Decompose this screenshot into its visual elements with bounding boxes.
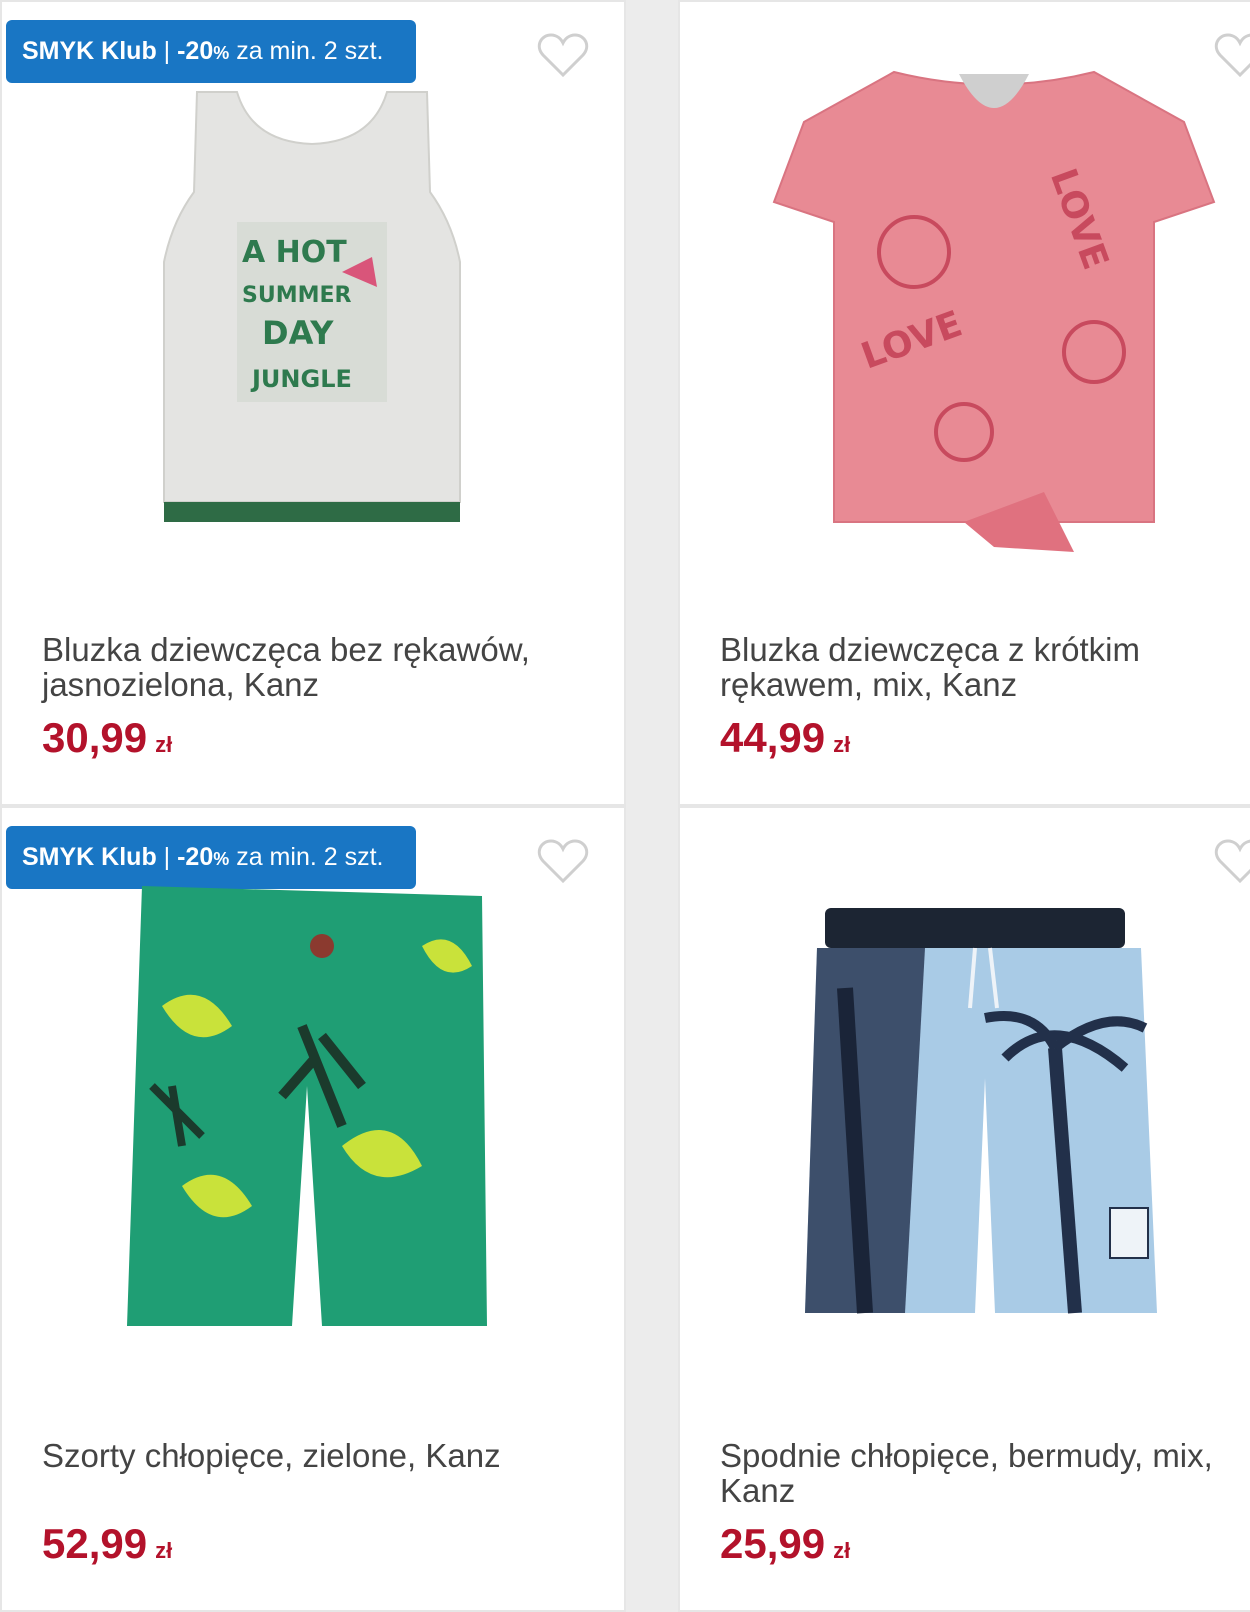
product-card[interactable]: SMYK Klub | -20% za min. 2 szt. Szorty c… bbox=[0, 806, 626, 1612]
svg-text:DAY: DAY bbox=[262, 314, 334, 352]
badge-percent: % bbox=[213, 849, 230, 869]
product-price: 25,99 zł bbox=[720, 1520, 850, 1568]
badge-separator: | bbox=[156, 37, 178, 65]
short-sleeve-top-image[interactable]: LOVE LOVE bbox=[764, 52, 1224, 572]
product-card[interactable]: Spodnie chłopięce, bermudy, mix, Kanz 25… bbox=[678, 806, 1250, 1612]
badge-discount: -20 bbox=[177, 843, 214, 871]
price-currency: zł bbox=[155, 732, 173, 757]
price-value: 44,99 bbox=[720, 714, 826, 761]
badge-discount: -20 bbox=[177, 37, 214, 65]
badge-condition: za min. 2 szt. bbox=[229, 843, 384, 871]
badge-brand: SMYK Klub bbox=[22, 37, 157, 65]
badge-condition: za min. 2 szt. bbox=[229, 37, 384, 65]
smyk-klub-badge: SMYK Klub | -20% za min. 2 szt. bbox=[6, 20, 416, 83]
palm-shorts-image[interactable] bbox=[805, 908, 1165, 1328]
product-price: 44,99 zł bbox=[720, 714, 850, 762]
price-value: 52,99 bbox=[42, 1520, 148, 1567]
price-currency: zł bbox=[833, 1538, 851, 1563]
badge-percent: % bbox=[213, 43, 230, 63]
price-value: 30,99 bbox=[42, 714, 148, 761]
heart-icon[interactable] bbox=[537, 32, 589, 78]
price-value: 25,99 bbox=[720, 1520, 826, 1567]
product-title[interactable]: Spodnie chłopięce, bermudy, mix, Kanz bbox=[720, 1438, 1250, 1508]
product-title[interactable]: Bluzka dziewczęca bez rękawów, jasnoziel… bbox=[42, 632, 572, 702]
product-price: 30,99 zł bbox=[42, 714, 172, 762]
svg-text:SUMMER: SUMMER bbox=[242, 283, 352, 308]
product-card[interactable]: SMYK Klub | -20% za min. 2 szt. A HOT SU… bbox=[0, 0, 626, 806]
smyk-klub-badge: SMYK Klub | -20% za min. 2 szt. bbox=[6, 826, 416, 889]
sleeveless-top-image[interactable]: A HOT SUMMER DAY JUNGLE bbox=[142, 82, 482, 552]
svg-text:A HOT: A HOT bbox=[242, 235, 347, 270]
product-card[interactable]: LOVE LOVE Bluzka dziewczęca z krótkim rę… bbox=[678, 0, 1250, 806]
price-currency: zł bbox=[833, 732, 851, 757]
product-grid: SMYK Klub | -20% za min. 2 szt. A HOT SU… bbox=[0, 0, 1250, 1612]
green-shorts-image[interactable] bbox=[122, 886, 502, 1366]
heart-icon[interactable] bbox=[537, 838, 589, 884]
heart-icon[interactable] bbox=[1214, 838, 1250, 884]
product-title[interactable]: Szorty chłopięce, zielone, Kanz bbox=[42, 1438, 572, 1473]
price-currency: zł bbox=[155, 1538, 173, 1563]
product-price: 52,99 zł bbox=[42, 1520, 172, 1568]
product-title[interactable]: Bluzka dziewczęca z krótkim rękawem, mix… bbox=[720, 632, 1250, 702]
badge-separator: | bbox=[156, 843, 178, 871]
badge-brand: SMYK Klub bbox=[22, 843, 157, 871]
svg-text:JUNGLE: JUNGLE bbox=[250, 365, 352, 393]
